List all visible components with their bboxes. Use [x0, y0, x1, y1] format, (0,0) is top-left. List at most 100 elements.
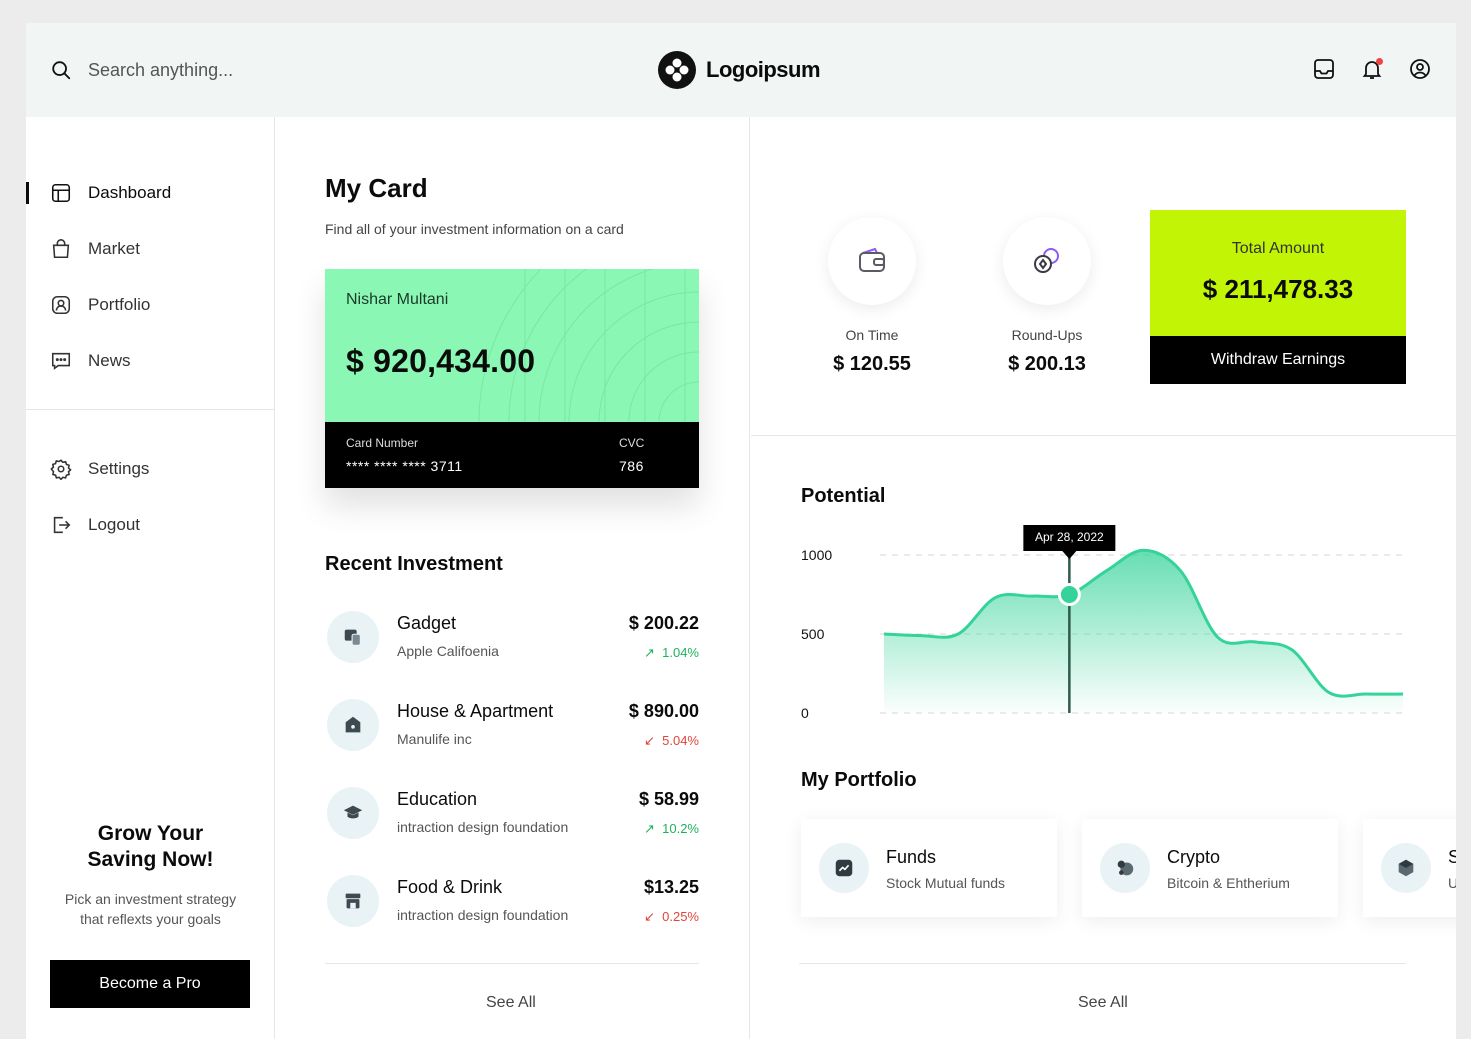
- sidebar-item-news[interactable]: News: [26, 333, 275, 389]
- sidebar-divider: [26, 409, 275, 410]
- recent-investment-title: Recent Investment: [325, 553, 503, 575]
- list-item[interactable]: Education intraction design foundation $…: [325, 779, 699, 867]
- logo-mark-icon: [658, 51, 696, 89]
- crypto-icon: [1100, 843, 1150, 893]
- investment-sub: Manulife inc: [397, 731, 472, 747]
- app-window: Logoipsum Dashboard Market: [26, 23, 1456, 1039]
- tooltip-point: [1057, 583, 1081, 606]
- arrow-down-icon: ↙: [643, 909, 655, 924]
- portfolio-sub: U: [1448, 875, 1456, 891]
- search-icon: [52, 61, 71, 80]
- profile-button[interactable]: [1408, 57, 1432, 81]
- main-nav: Dashboard Market Portfolio News: [26, 165, 275, 389]
- chart-up-icon: [819, 843, 869, 893]
- logo-text: Logoipsum: [706, 57, 821, 82]
- sidebar-item-label: News: [88, 351, 131, 370]
- portfolio-card-crypto[interactable]: Crypto Bitcoin & Ehtherium: [1082, 819, 1338, 917]
- investment-change-value: 10.2%: [662, 821, 699, 836]
- notification-button[interactable]: [1360, 57, 1384, 81]
- stat-value: $ 120.55: [833, 353, 911, 375]
- stat-on-time: On Time $ 120.55: [812, 217, 932, 376]
- house-icon: [327, 699, 379, 751]
- investment-sub: intraction design foundation: [397, 907, 569, 923]
- sidebar-item-label: Logout: [88, 515, 140, 534]
- coins-icon: [1003, 217, 1091, 305]
- sidebar-item-logout[interactable]: Logout: [26, 497, 275, 553]
- sidebar-item-label: Portfolio: [88, 295, 151, 314]
- sidebar: Dashboard Market Portfolio News Settings: [26, 117, 275, 1039]
- portfolio-name: S: [1448, 847, 1456, 867]
- list-item[interactable]: Food & Drink intraction design foundatio…: [325, 867, 699, 955]
- portfolio-list: Funds Stock Mutual funds Crypto Bitcoin …: [801, 819, 1456, 917]
- gear-icon: [50, 459, 72, 480]
- see-all-portfolio-link[interactable]: See All: [1078, 994, 1128, 1012]
- sidebar-item-settings[interactable]: Settings: [26, 441, 275, 497]
- list-item[interactable]: House & Apartment Manulife inc $ 890.00 …: [325, 691, 699, 779]
- graduation-cap-icon: [327, 787, 379, 839]
- see-all-investments-link[interactable]: See All: [486, 994, 536, 1012]
- sidebar-item-label: Settings: [88, 459, 150, 478]
- header-actions: [1312, 57, 1432, 81]
- investment-change: ↗ 10.2%: [644, 821, 699, 837]
- arrow-up-icon: ↗: [643, 645, 655, 660]
- investment-change: ↗ 1.04%: [644, 645, 699, 661]
- search-input[interactable]: [88, 59, 388, 81]
- investment-change-value: 1.04%: [662, 645, 699, 660]
- investment-change: ↙ 0.25%: [644, 909, 699, 925]
- stat-label: On Time: [845, 327, 899, 343]
- card-holder-name: Nishar Multani: [346, 291, 449, 308]
- investment-name: House & Apartment: [397, 701, 554, 721]
- stat-label: Round-Ups: [1011, 327, 1083, 343]
- withdraw-earnings-button[interactable]: Withdraw Earnings: [1150, 336, 1406, 384]
- recent-investment-list: Gadget Apple Califoenia $ 200.22 ↗ 1.04%…: [325, 603, 699, 955]
- arrow-down-icon: ↙: [643, 733, 655, 748]
- y-tick-label: 1000: [801, 547, 832, 563]
- y-tick-label: 0: [801, 705, 809, 721]
- divider: [325, 963, 699, 964]
- portfolio-card-partial[interactable]: S U: [1363, 819, 1456, 917]
- overview-panel: On Time $ 120.55 Round-Ups $ 200.13 Tota…: [751, 117, 1456, 1039]
- user-circle-icon: [1410, 59, 1430, 79]
- cube-icon: [1381, 843, 1431, 893]
- portfolio-title: My Portfolio: [801, 769, 917, 791]
- portfolio-name: Funds: [886, 847, 937, 867]
- cvc-value: 786: [619, 458, 644, 474]
- sidebar-item-portfolio[interactable]: Portfolio: [26, 277, 275, 333]
- notification-badge: [1376, 58, 1383, 65]
- investment-amount: $13.25: [643, 877, 699, 897]
- card-number-label: Card Number: [346, 436, 419, 450]
- investment-change-value: 0.25%: [662, 909, 699, 924]
- promo-description: Pick an investment strategy that reflext…: [64, 891, 237, 927]
- message-icon: [51, 352, 71, 370]
- layout-icon: [51, 183, 71, 203]
- card-number: **** **** **** 3711: [346, 458, 463, 474]
- sidebar-item-market[interactable]: Market: [26, 221, 275, 277]
- become-pro-button[interactable]: Become a Pro: [50, 960, 250, 1008]
- investment-sub: intraction design foundation: [397, 819, 569, 835]
- inbox-icon: [1314, 59, 1334, 79]
- portfolio-sub: Stock Mutual funds: [886, 875, 1006, 891]
- investment-name: Food & Drink: [397, 877, 503, 897]
- investment-sub: Apple Califoenia: [397, 643, 499, 659]
- divider: [799, 963, 1406, 964]
- total-amount-label: Total Amount: [1231, 240, 1325, 257]
- page-subtitle: Find all of your investment information …: [325, 221, 624, 237]
- investment-name: Gadget: [397, 613, 457, 633]
- portfolio-sub: Bitcoin & Ehtherium: [1167, 875, 1290, 891]
- gadget-icon: [327, 611, 379, 663]
- investment-name: Education: [397, 789, 478, 809]
- search-bar[interactable]: [50, 51, 388, 89]
- portfolio-card-funds[interactable]: Funds Stock Mutual funds: [801, 819, 1057, 917]
- investment-change-value: 5.04%: [662, 733, 699, 748]
- investment-amount: $ 58.99: [638, 789, 699, 809]
- page-title: My Card: [325, 173, 428, 203]
- list-item[interactable]: Gadget Apple Califoenia $ 200.22 ↗ 1.04%: [325, 603, 699, 691]
- secondary-nav: Settings Logout: [26, 441, 275, 553]
- arrow-up-icon: ↗: [643, 821, 655, 836]
- total-amount-value: $ 211,478.33: [1202, 274, 1354, 304]
- inbox-button[interactable]: [1312, 57, 1336, 81]
- total-amount-box: Total Amount $ 211,478.33 Withdraw Earni…: [1150, 210, 1406, 384]
- promo-box: Grow Your Saving Now! Pick an investment…: [26, 821, 275, 1008]
- investment-card[interactable]: Nishar Multani $ 920,434.00 Card Number …: [325, 269, 699, 488]
- sidebar-item-dashboard[interactable]: Dashboard: [26, 165, 275, 221]
